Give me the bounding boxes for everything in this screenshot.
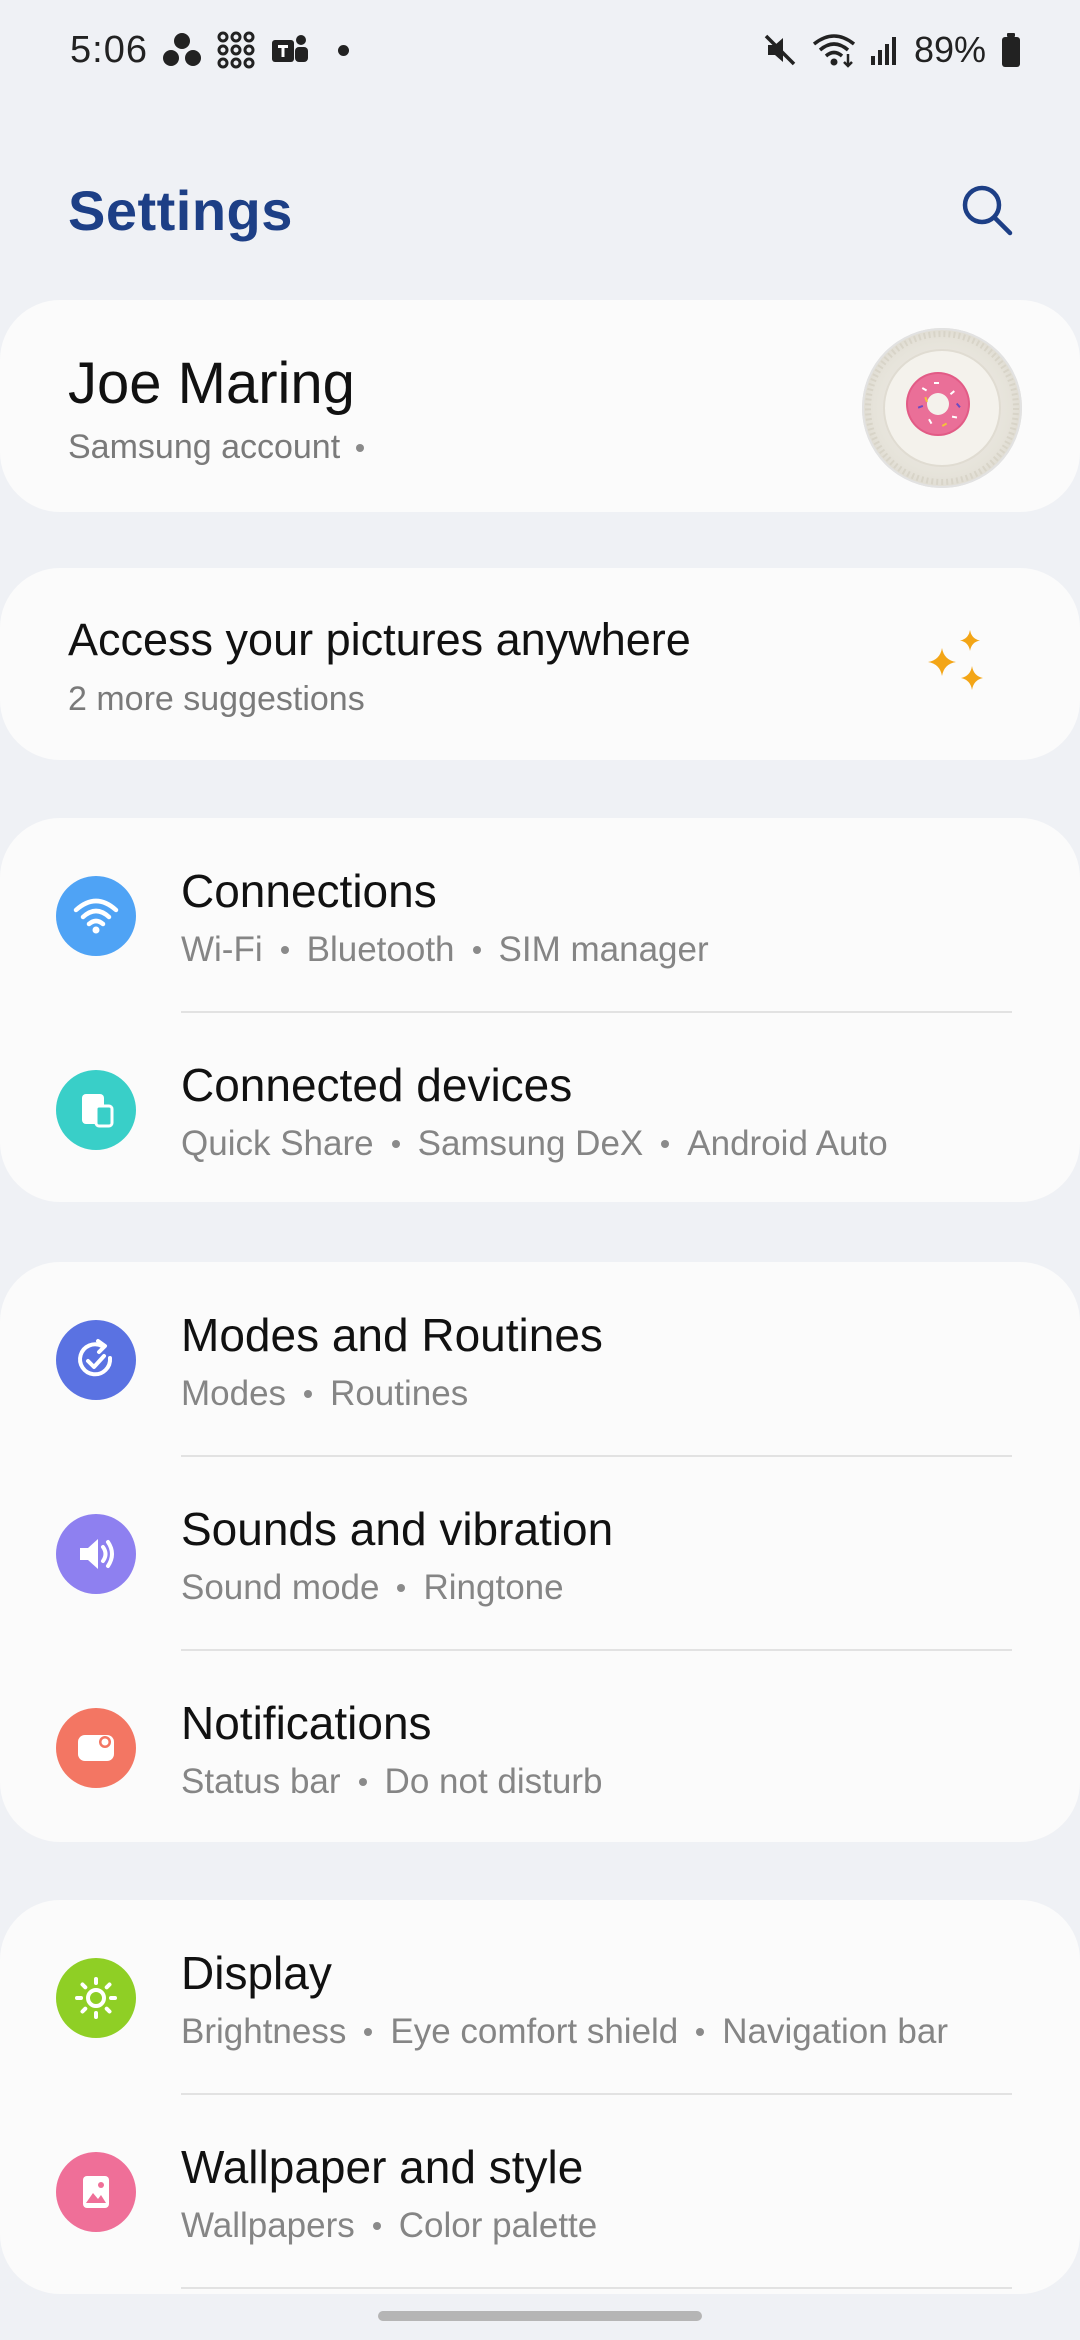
item-subtitle: Quick Share Samsung DeX Android Auto xyxy=(181,1124,888,1164)
search-icon xyxy=(962,185,1013,236)
home-indicator[interactable] xyxy=(378,2311,702,2321)
item-title: Connected devices xyxy=(181,1059,573,1111)
status-bar: 5:06 89% xyxy=(0,0,1080,100)
item-title: Modes and Routines xyxy=(181,1309,603,1361)
item-title: Wallpaper and style xyxy=(181,2141,584,2193)
settings-group-display: Display Brightness Eye comfort shield Na… xyxy=(0,1900,1080,2294)
status-bar-right: 89% xyxy=(762,29,1022,71)
separator-dot xyxy=(372,2222,381,2230)
settings-item-connections[interactable]: Connections Wi-Fi Bluetooth SIM manager xyxy=(0,818,1080,1012)
separator-dot xyxy=(391,1140,400,1148)
battery-percent: 89% xyxy=(913,29,986,70)
item-title: Sounds and vibration xyxy=(181,1503,614,1555)
sub-label: Brightness xyxy=(181,2012,347,2051)
divider xyxy=(181,2287,1012,2289)
avatar[interactable] xyxy=(862,328,1022,488)
separator-dot xyxy=(472,946,481,954)
separator-dot xyxy=(696,2028,705,2036)
sub-label: Sound mode xyxy=(181,1568,380,1607)
app-cluster-icon xyxy=(162,32,202,68)
settings-group-modes: Modes and Routines Modes Routines Sounds… xyxy=(0,1262,1080,1842)
sub-label: Status bar xyxy=(181,1762,341,1801)
settings-item-modes-routines[interactable]: Modes and Routines Modes Routines xyxy=(0,1262,1080,1456)
suggestion-subtitle: 2 more suggestions xyxy=(68,680,365,718)
sparkle-icon xyxy=(928,630,983,690)
item-title: Connections xyxy=(181,865,437,917)
sub-label: Wi-Fi xyxy=(181,930,263,969)
sub-label: Navigation bar xyxy=(722,2012,948,2051)
wifi-icon xyxy=(56,876,136,956)
settings-item-wallpaper-style[interactable]: Wallpaper and style Wallpapers Color pal… xyxy=(0,2094,1080,2288)
settings-item-notifications[interactable]: Notifications Status bar Do not disturb xyxy=(0,1650,1080,1844)
sub-label: Android Auto xyxy=(687,1124,888,1163)
sub-label: SIM manager xyxy=(498,930,709,969)
settings-group-connectivity: Connections Wi-Fi Bluetooth SIM manager … xyxy=(0,818,1080,1202)
sun-icon xyxy=(56,1958,136,2038)
sub-label: Samsung DeX xyxy=(417,1124,644,1163)
separator-dot xyxy=(304,1390,313,1398)
sub-label: Wallpapers xyxy=(181,2206,355,2245)
settings-item-display[interactable]: Display Brightness Eye comfort shield Na… xyxy=(0,1900,1080,2094)
notification-icon xyxy=(56,1708,136,1788)
separator-dot xyxy=(661,1140,670,1148)
separator-dot xyxy=(356,443,365,452)
separator-dot xyxy=(397,1584,406,1592)
suggestion-title: Access your pictures anywhere xyxy=(68,614,691,665)
settings-item-connected-devices[interactable]: Connected devices Quick Share Samsung De… xyxy=(0,1012,1080,1206)
devices-icon xyxy=(56,1070,136,1150)
account-card[interactable]: Joe Maring Samsung account xyxy=(0,300,1080,512)
routines-icon xyxy=(56,1320,136,1400)
item-title: Display xyxy=(181,1947,332,1999)
wallpaper-icon xyxy=(56,2152,136,2232)
item-title: Notifications xyxy=(181,1697,432,1749)
sub-label: Do not disturb xyxy=(384,1762,603,1801)
account-subtitle: Samsung account xyxy=(68,428,365,467)
item-subtitle: Wallpapers Color palette xyxy=(181,2206,597,2246)
separator-dot xyxy=(358,1778,367,1786)
sub-label: Routines xyxy=(330,1374,469,1413)
search-button[interactable] xyxy=(952,175,1022,245)
item-subtitle: Sound mode Ringtone xyxy=(181,1568,564,1608)
sub-label: Modes xyxy=(181,1374,287,1413)
item-subtitle: Brightness Eye comfort shield Navigation… xyxy=(181,2012,948,2052)
wifi-icon xyxy=(812,32,856,68)
item-subtitle: Modes Routines xyxy=(181,1374,468,1414)
mute-icon xyxy=(762,32,798,68)
notification-dot xyxy=(337,44,349,56)
account-subtitle-text: Samsung account xyxy=(68,428,341,466)
grid-app-icon xyxy=(216,30,256,70)
speaker-icon xyxy=(56,1514,136,1594)
page-header: Settings xyxy=(0,160,1080,260)
item-subtitle: Wi-Fi Bluetooth SIM manager xyxy=(181,930,709,970)
page-title: Settings xyxy=(68,178,293,242)
separator-dot xyxy=(364,2028,373,2036)
battery-icon xyxy=(1000,32,1022,68)
status-bar-left: 5:06 xyxy=(70,29,349,72)
status-time: 5:06 xyxy=(70,28,148,71)
separator-dot xyxy=(280,946,289,954)
sub-label: Color palette xyxy=(398,2206,598,2245)
suggestion-card[interactable]: Access your pictures anywhere 2 more sug… xyxy=(0,568,1080,760)
sub-label: Eye comfort shield xyxy=(390,2012,679,2051)
account-name: Joe Maring xyxy=(68,351,355,416)
teams-icon xyxy=(270,32,310,68)
sub-label: Quick Share xyxy=(181,1124,374,1163)
sub-label: Bluetooth xyxy=(306,930,455,969)
signal-icon xyxy=(870,34,900,66)
item-subtitle: Status bar Do not disturb xyxy=(181,1762,602,1802)
sub-label: Ringtone xyxy=(423,1568,564,1607)
settings-item-sounds-vibration[interactable]: Sounds and vibration Sound mode Ringtone xyxy=(0,1456,1080,1650)
